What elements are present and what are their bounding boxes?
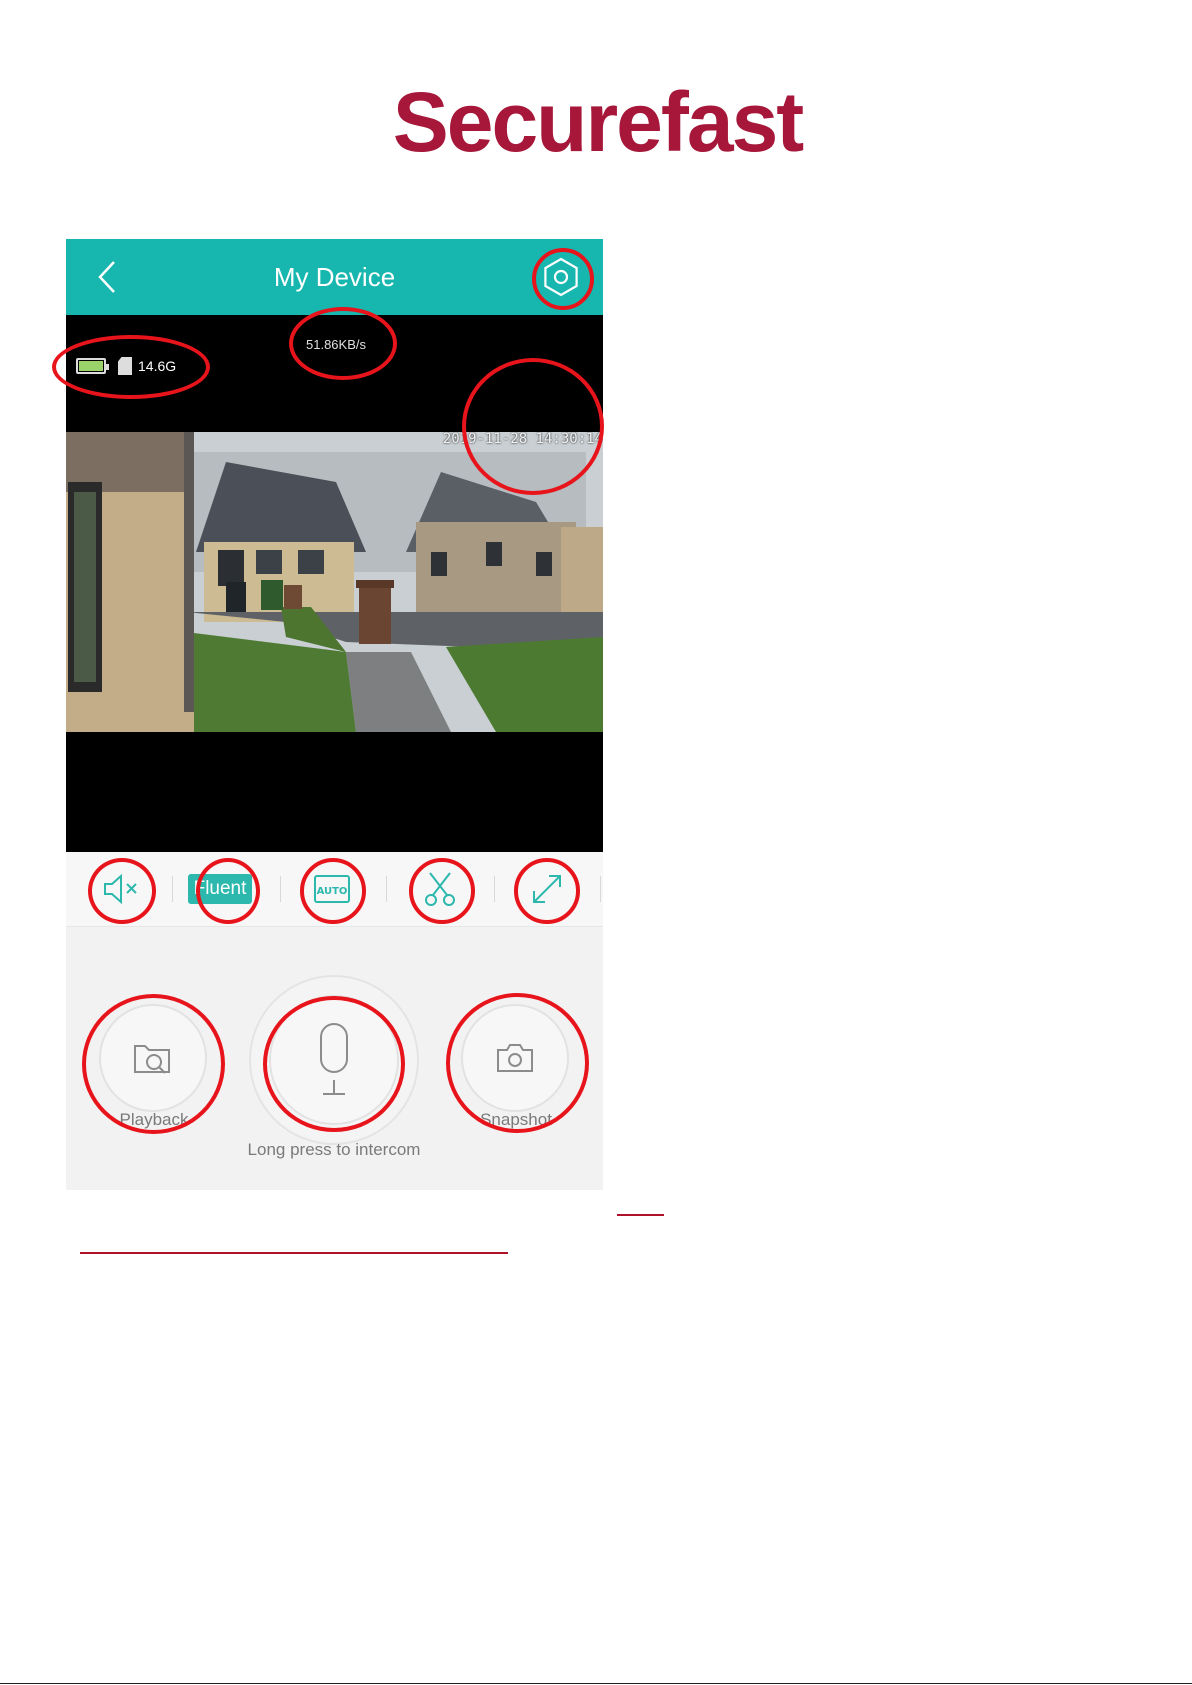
camera-icon <box>497 1044 533 1072</box>
scissors-icon <box>425 872 455 906</box>
intercom-label: Long press to intercom <box>247 1140 421 1159</box>
battery-level <box>79 361 103 371</box>
toolbar-divider <box>386 876 387 902</box>
fullscreen-button[interactable] <box>523 866 571 912</box>
underline-decoration <box>80 1252 508 1254</box>
sd-card-icon <box>118 357 132 375</box>
video-timestamp: 2019-11-28 14:30:14 <box>442 431 603 447</box>
app-header: My Device <box>66 239 603 315</box>
playback-label: Playback <box>119 1110 189 1129</box>
live-video-view[interactable]: 14.6G 51.86KB/s 2019-11-28 14:30:14 <box>66 315 603 852</box>
device-status: 14.6G <box>76 355 176 377</box>
auto-mode-button[interactable]: AUTO <box>308 866 356 912</box>
securefast-logo: Securefast <box>392 75 805 169</box>
gear-icon[interactable] <box>539 255 583 299</box>
control-panel: Playback Long press to intercom Snapshot <box>66 927 603 1190</box>
page-title: My Device <box>273 262 396 292</box>
storage-remaining: 14.6G <box>138 358 177 374</box>
auto-icon: AUTO <box>314 875 350 903</box>
intercom-button[interactable] <box>269 995 399 1125</box>
phone-screen: My Device 14.6G 51.86KB/s 2019-11-28 14:… <box>66 239 603 1190</box>
playback-button[interactable] <box>99 1004 207 1112</box>
doorbell-camera-feed <box>66 432 603 732</box>
toolbar-divider <box>172 876 173 902</box>
page-bottom-rule <box>0 1683 1192 1684</box>
toolbar-divider <box>494 876 495 902</box>
toolbar-divider <box>280 876 281 902</box>
quality-fluent-button[interactable]: Fluent <box>184 866 256 912</box>
snapshot-label: Snapshot <box>480 1110 552 1129</box>
folder-search-icon <box>134 1045 170 1074</box>
underline-decoration <box>617 1214 664 1216</box>
microphone-icon <box>320 1023 348 1095</box>
battery-icon <box>76 358 109 374</box>
toolbar-divider <box>600 876 601 902</box>
mute-button[interactable] <box>97 866 145 912</box>
speaker-muted-icon <box>104 873 137 905</box>
bitrate-readout: 51.86KB/s <box>306 337 366 352</box>
expand-icon <box>533 875 561 903</box>
snapshot-button[interactable] <box>461 1004 569 1112</box>
video-toolbar: Fluent AUTO <box>66 852 603 927</box>
chevron-left-icon[interactable] <box>92 259 122 295</box>
quality-label: Fluent <box>187 874 253 904</box>
auto-label: AUTO <box>317 886 348 897</box>
record-clip-button[interactable] <box>416 866 464 912</box>
